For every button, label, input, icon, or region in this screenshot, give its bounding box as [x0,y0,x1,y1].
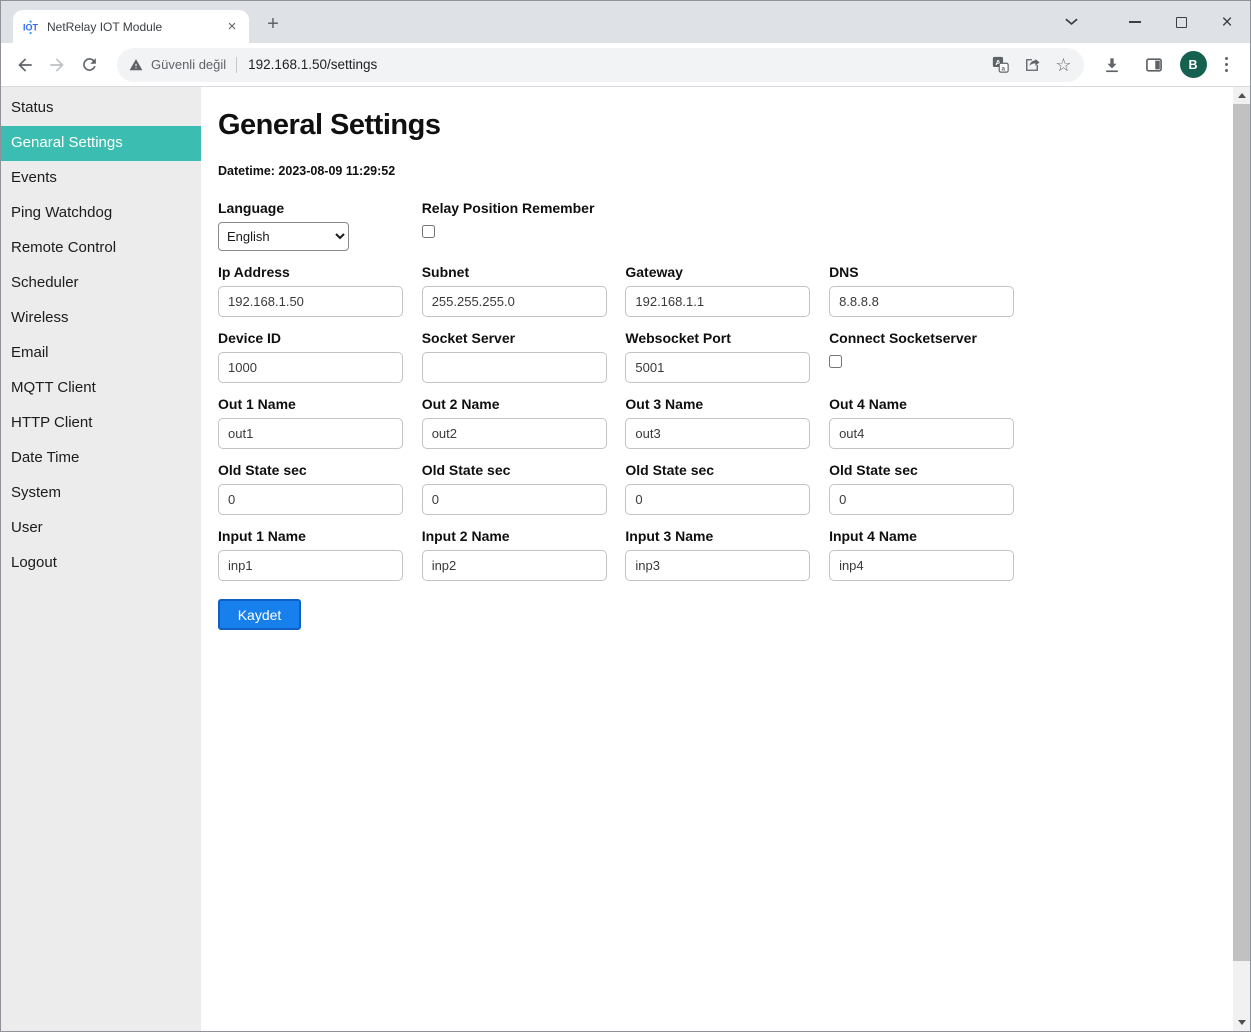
minimize-button[interactable] [1112,6,1158,38]
input1-name-label: Input 1 Name [218,528,422,544]
sidebar-item-date-time[interactable]: Date Time [1,441,201,476]
websocket-port-label: Websocket Port [625,330,829,346]
out1-name-input[interactable] [218,418,403,449]
input3-name-input[interactable] [625,550,810,581]
scrollbar-up-arrow-icon[interactable] [1233,87,1250,104]
socket-server-input[interactable] [422,352,607,383]
subnet-label: Subnet [422,264,626,280]
url-text: 192.168.1.50/settings [248,57,377,72]
sidebar-item-scheduler[interactable]: Scheduler [1,266,201,301]
browser-window: IOT NetRelay IOT Module × + × [0,0,1251,1032]
connect-socketserver-label: Connect Socketserver [829,330,1033,346]
out3-name-input[interactable] [625,418,810,449]
ip-address-label: Ip Address [218,264,422,280]
dns-label: DNS [829,264,1033,280]
sidebar-item-ping-watchdog[interactable]: Ping Watchdog [1,196,201,231]
new-tab-button[interactable]: + [259,10,287,38]
tab-strip: IOT NetRelay IOT Module × + × [1,1,1250,43]
out2-name-input[interactable] [422,418,607,449]
ip-address-input[interactable] [218,286,403,317]
svg-text:IOT: IOT [23,22,39,32]
browser-toolbar: Güvenli değil 192.168.1.50/settings A a [1,43,1250,87]
relay-position-remember-checkbox[interactable] [422,225,435,238]
sidebar-item-http-client[interactable]: HTTP Client [1,406,201,441]
out3-name-label: Out 3 Name [625,396,829,412]
datetime-text: Datetime: 2023-08-09 11:29:52 [218,164,1216,178]
out1-name-label: Out 1 Name [218,396,422,412]
scrollbar-thumb[interactable] [1233,104,1250,961]
device-id-input[interactable] [218,352,403,383]
forward-button[interactable] [42,50,72,80]
sidebar-item-status[interactable]: Status [1,91,201,126]
tab-title: NetRelay IOT Module [47,20,223,34]
dns-input[interactable] [829,286,1014,317]
old-state-sec-2-input[interactable] [422,484,607,515]
gateway-label: Gateway [625,264,829,280]
save-button[interactable]: Kaydet [218,599,301,630]
old-state-sec-3-label: Old State sec [625,462,829,478]
profile-avatar[interactable]: B [1180,51,1207,78]
subnet-input[interactable] [422,286,607,317]
sidebar-item-email[interactable]: Email [1,336,201,371]
websocket-port-input[interactable] [625,352,810,383]
out2-name-label: Out 2 Name [422,396,626,412]
input3-name-label: Input 3 Name [625,528,829,544]
input1-name-input[interactable] [218,550,403,581]
address-bar[interactable]: Güvenli değil 192.168.1.50/settings A a [117,48,1084,82]
sidebar-item-events[interactable]: Events [1,161,201,196]
connect-socketserver-checkbox[interactable] [829,355,842,368]
url-divider [236,57,237,73]
page-content: Status Genaral Settings Events Ping Watc… [1,87,1250,1031]
old-state-sec-3-input[interactable] [625,484,810,515]
input4-name-input[interactable] [829,550,1014,581]
bookmark-star-icon[interactable]: ☆ [1055,56,1071,74]
sidebar-item-wireless[interactable]: Wireless [1,301,201,336]
share-icon[interactable] [1023,56,1041,74]
sidebar-item-remote-control[interactable]: Remote Control [1,231,201,266]
sidebar-item-logout[interactable]: Logout [1,546,201,581]
old-state-sec-1-label: Old State sec [218,462,422,478]
sidebar-item-general-settings[interactable]: Genaral Settings [1,126,201,161]
sidebar-item-user[interactable]: User [1,511,201,546]
download-icon[interactable] [1097,50,1127,80]
back-button[interactable] [10,50,40,80]
old-state-sec-1-input[interactable] [218,484,403,515]
out4-name-label: Out 4 Name [829,396,1033,412]
translate-icon[interactable]: A a [992,56,1009,73]
sidebar-item-mqtt-client[interactable]: MQTT Client [1,371,201,406]
close-window-button[interactable]: × [1204,6,1250,38]
window-controls: × [1048,1,1250,43]
language-select[interactable]: English [218,222,349,251]
language-label: Language [218,200,422,216]
input2-name-label: Input 2 Name [422,528,626,544]
browser-tab[interactable]: IOT NetRelay IOT Module × [13,10,249,43]
security-status-text: Güvenli değil [151,57,226,72]
old-state-sec-4-label: Old State sec [829,462,1033,478]
side-panel-icon[interactable] [1139,50,1169,80]
input4-name-label: Input 4 Name [829,528,1033,544]
old-state-sec-4-input[interactable] [829,484,1014,515]
scrollbar-down-arrow-icon[interactable] [1233,1014,1250,1031]
input2-name-input[interactable] [422,550,607,581]
old-state-sec-2-label: Old State sec [422,462,626,478]
reload-button[interactable] [74,50,104,80]
tab-search-chevron-icon[interactable] [1048,6,1094,38]
tab-close-icon[interactable]: × [223,18,241,36]
settings-main: General Settings Datetime: 2023-08-09 11… [201,87,1250,1031]
relay-position-remember-label: Relay Position Remember [422,200,626,216]
out4-name-input[interactable] [829,418,1014,449]
sidebar-item-system[interactable]: System [1,476,201,511]
page-scrollbar[interactable] [1233,87,1250,1031]
sidebar-nav: Status Genaral Settings Events Ping Watc… [1,87,201,1031]
svg-text:a: a [1002,65,1006,72]
socket-server-label: Socket Server [422,330,626,346]
page-title: General Settings [218,109,1216,142]
gateway-input[interactable] [625,286,810,317]
browser-menu-icon[interactable] [1217,53,1237,77]
settings-form: Language English Relay Position Remember… [218,200,1216,630]
not-secure-warning-icon [129,58,143,72]
site-favicon-iot-icon: IOT [23,19,39,35]
device-id-label: Device ID [218,330,422,346]
maximize-button[interactable] [1158,6,1204,38]
